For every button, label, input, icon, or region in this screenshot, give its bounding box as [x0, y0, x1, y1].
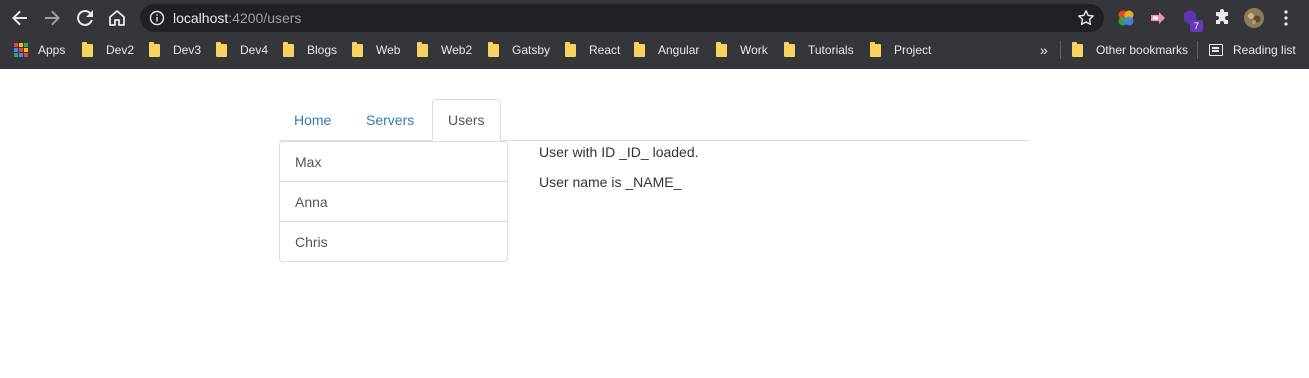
reading-list-button[interactable]: Reading list [1209, 42, 1296, 58]
bookmark-folder[interactable]: Work [716, 41, 768, 58]
folder-icon [149, 41, 160, 57]
folder-icon [716, 41, 727, 57]
back-arrow-icon[interactable] [8, 6, 32, 30]
folder-icon [488, 41, 499, 57]
bookmark-folder[interactable]: Dev4 [216, 41, 269, 58]
bookmark-label: Angular [658, 43, 700, 57]
user-list-item[interactable]: Anna [279, 181, 508, 222]
bookmark-folder[interactable]: Project [870, 41, 932, 58]
address-bar[interactable]: localhost:4200/users [140, 4, 1104, 32]
bookmarks-divider [1060, 41, 1061, 59]
folder-icon [283, 41, 294, 57]
bookmark-folder[interactable]: React [565, 41, 621, 58]
folder-icon [82, 41, 93, 57]
bookmark-folder[interactable]: Dev2 [82, 41, 135, 58]
site-info-icon[interactable] [149, 10, 165, 31]
user-id-text: User with ID _ID_ loaded. [539, 144, 699, 160]
bookmark-apps[interactable]: Apps [14, 42, 65, 58]
users-list: Max Anna Chris [279, 141, 508, 262]
bookmark-label: Web2 [441, 43, 473, 57]
reading-list-label: Reading list [1233, 43, 1296, 57]
bookmark-label: Work [740, 43, 768, 57]
color-picker-extension-icon[interactable] [1116, 8, 1136, 28]
bookmark-folder[interactable]: Tutorials [784, 41, 854, 58]
puzzle-extensions-icon[interactable] [1212, 8, 1232, 28]
reload-icon[interactable] [73, 6, 97, 30]
folder-icon [417, 41, 428, 57]
bookmark-star-icon[interactable] [1077, 9, 1095, 32]
home-icon[interactable] [105, 6, 129, 30]
bookmark-label: Tutorials [808, 43, 854, 57]
browser-toolbar: localhost:4200/users 7 [0, 0, 1309, 36]
bookmark-folder[interactable]: Gatsby [488, 41, 551, 58]
bookmark-label: Project [894, 43, 932, 57]
bookmark-label: Other bookmarks [1096, 43, 1189, 57]
user-list-item[interactable]: Max [279, 141, 508, 182]
url-text: localhost:4200/users [173, 10, 301, 26]
profile-avatar-icon[interactable] [1244, 8, 1264, 28]
bookmark-label: Dev4 [240, 43, 269, 57]
folder-icon [870, 41, 881, 57]
bookmark-label: Gatsby [512, 43, 551, 57]
reading-list-icon [1209, 44, 1223, 56]
user-list-item[interactable]: Chris [279, 221, 508, 262]
bookmark-folder[interactable]: Blogs [283, 41, 338, 58]
nav-tabs: Home Servers Users [279, 99, 1030, 141]
folder-icon [1072, 41, 1083, 57]
extension-badge: 7 [1190, 20, 1203, 32]
bookmark-label: Web [376, 43, 401, 57]
bookmark-folder[interactable]: Web2 [417, 41, 473, 58]
bookmark-folder[interactable]: Angular [634, 41, 700, 58]
bookmark-label: Dev2 [106, 43, 135, 57]
folder-icon [352, 41, 363, 57]
user-detail: User with ID _ID_ loaded. User name is _… [539, 144, 699, 204]
user-name-text: User name is _NAME_ [539, 174, 682, 190]
folder-icon [634, 41, 645, 57]
apps-grid-icon [14, 43, 28, 57]
bookmarks-overflow-chevron-icon[interactable]: » [1040, 42, 1048, 58]
bookmark-folder[interactable]: Dev3 [149, 41, 202, 58]
bookmark-folder[interactable]: Web [352, 41, 401, 58]
url-host: localhost [173, 10, 229, 26]
bookmark-other-folder[interactable]: Other bookmarks [1072, 41, 1189, 58]
forward-arrow-icon[interactable] [40, 6, 64, 30]
folder-icon [565, 41, 576, 57]
folder-icon [216, 41, 227, 57]
bookmarks-divider [1197, 41, 1198, 59]
bookmark-label: Apps [38, 43, 66, 57]
bookmark-label: Dev3 [173, 43, 202, 57]
tab-users[interactable]: Users [432, 99, 501, 141]
url-path: :4200/users [228, 10, 302, 26]
bookmark-label: Blogs [307, 43, 338, 57]
tab-home[interactable]: Home [279, 99, 346, 141]
folder-icon [784, 41, 795, 57]
pink-arrow-extension-icon[interactable] [1148, 8, 1168, 28]
bookmark-label: React [589, 43, 621, 57]
more-menu-icon[interactable] [1276, 8, 1296, 28]
tab-servers[interactable]: Servers [351, 99, 429, 141]
